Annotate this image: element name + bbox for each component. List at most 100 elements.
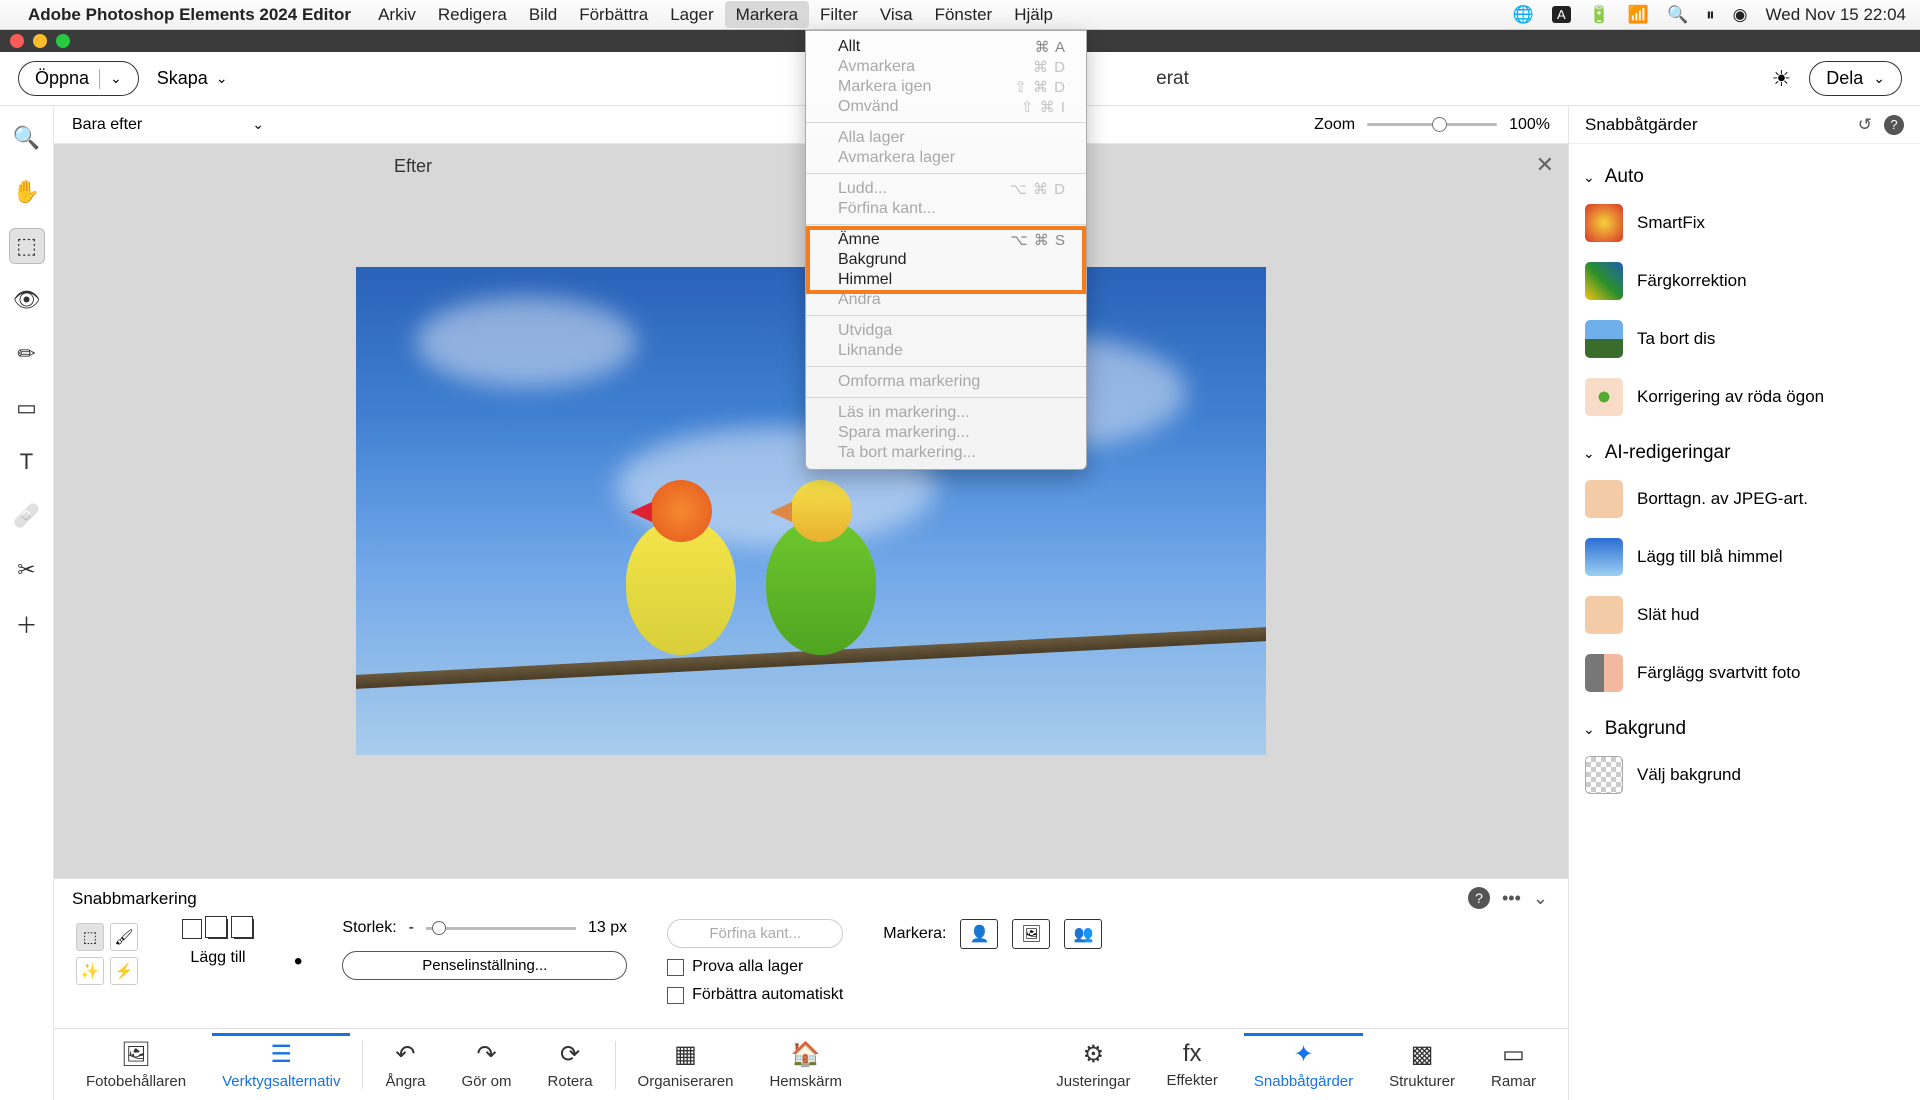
mac-menubar: Adobe Photoshop Elements 2024 Editor Ark… xyxy=(0,0,1920,30)
create-button[interactable]: Skapa ⌄ xyxy=(157,68,228,89)
tab-rotera[interactable]: ⟳Rotera xyxy=(530,1034,611,1096)
quick-select-tool[interactable]: ⬚ xyxy=(9,228,45,264)
menu-hjälp[interactable]: Hjälp xyxy=(1003,1,1064,28)
type-tool[interactable]: T xyxy=(9,444,45,480)
globe-icon[interactable]: 🌐 xyxy=(1513,5,1534,25)
eye-tool[interactable]: 👁 xyxy=(9,282,45,318)
stamp-tool[interactable]: ▭ xyxy=(9,390,45,426)
menu-visa[interactable]: Visa xyxy=(869,1,924,28)
add-selection-icon[interactable] xyxy=(208,919,228,939)
more-icon[interactable]: ••• xyxy=(1502,888,1521,909)
tab-fotobehållaren[interactable]: 🖼Fotobehållaren xyxy=(68,1034,204,1096)
new-selection-icon[interactable] xyxy=(182,919,202,939)
menu-item-bakgrund[interactable]: Bakgrund xyxy=(806,250,1086,270)
open-button[interactable]: Öppna ⌄ xyxy=(18,61,139,96)
minimize-window[interactable] xyxy=(33,34,47,48)
wifi-icon[interactable]: 📶 xyxy=(1628,5,1649,25)
selection-mode-grid: ⬚ 🖌 ✨ ⚡ xyxy=(72,919,142,989)
tab-justeringar[interactable]: ⚙Justeringar xyxy=(1038,1034,1148,1096)
collapse-icon[interactable]: ⌄ xyxy=(1533,888,1548,909)
menu-bild[interactable]: Bild xyxy=(518,1,568,28)
select-photo-icon[interactable]: 🖼 xyxy=(1012,919,1050,949)
menu-filter[interactable]: Filter xyxy=(809,1,869,28)
action-välj-bakgrund[interactable]: Välj bakgrund xyxy=(1579,746,1910,804)
menu-item-allt[interactable]: Allt⌘ A xyxy=(806,37,1086,57)
menu-förbättra[interactable]: Förbättra xyxy=(568,1,659,28)
subtract-selection-icon[interactable] xyxy=(234,919,254,939)
section-ai-redigeringar[interactable]: ⌄AI-redigeringar xyxy=(1579,436,1910,470)
menu-item-ämne[interactable]: Ämne⌥ ⌘ S xyxy=(806,230,1086,250)
menu-item-liknande: Liknande xyxy=(806,341,1086,361)
control-center-icon[interactable]: ⏸ xyxy=(1706,5,1715,25)
menu-item-omvänd: Omvänd⇧ ⌘ I xyxy=(806,97,1086,117)
quick-select-icon[interactable]: ⬚ xyxy=(76,923,104,951)
tab-effekter[interactable]: fxEffekter xyxy=(1148,1034,1235,1095)
panel-help-icon[interactable]: ? xyxy=(1884,115,1904,135)
auto-select-icon[interactable]: ⚡ xyxy=(110,957,138,985)
action-korrigering-av-röda-ögon[interactable]: Korrigering av röda ögon xyxy=(1579,368,1910,426)
action-färglägg-svartvitt-foto[interactable]: Färglägg svartvitt foto xyxy=(1579,644,1910,702)
tab-verktygsalternativ[interactable]: ☰Verktygsalternativ xyxy=(204,1034,358,1096)
zoom-slider[interactable] xyxy=(1367,123,1497,126)
brush-select-icon[interactable]: 🖌 xyxy=(110,923,138,951)
theme-icon[interactable]: ☀ xyxy=(1772,66,1792,92)
refine-edge-button[interactable]: Förfina kant... xyxy=(667,919,843,948)
size-slider[interactable] xyxy=(426,927,576,930)
view-mode-dropdown[interactable]: Bara efter ⌄ xyxy=(72,116,264,134)
action-smartfix[interactable]: SmartFix xyxy=(1579,194,1910,252)
clock[interactable]: Wed Nov 15 22:04 xyxy=(1766,5,1907,25)
mac-tray: 🌐 A 🔋 📶 🔍 ⏸ ◉ Wed Nov 15 22:04 xyxy=(1513,5,1906,25)
size-label: Storlek: xyxy=(342,919,396,937)
action-färgkorrektion[interactable]: Färgkorrektion xyxy=(1579,252,1910,310)
tab-ramar[interactable]: ▭Ramar xyxy=(1473,1034,1554,1096)
app-name: Adobe Photoshop Elements 2024 Editor xyxy=(28,5,351,25)
section-auto[interactable]: ⌄Auto xyxy=(1579,160,1910,194)
whiten-tool[interactable]: ✏ xyxy=(9,336,45,372)
healing-tool[interactable]: 🩹 xyxy=(9,498,45,534)
siri-icon[interactable]: ◉ xyxy=(1733,5,1748,25)
input-icon[interactable]: A xyxy=(1552,6,1571,23)
menu-item-himmel[interactable]: Himmel xyxy=(806,270,1086,290)
close-window[interactable] xyxy=(10,34,24,48)
select-group-icon[interactable]: 👥 xyxy=(1064,919,1102,949)
add-label: Lägg till xyxy=(190,949,245,967)
zoom-tool[interactable]: 🔍 xyxy=(9,120,45,156)
zoom-label: Zoom xyxy=(1314,116,1355,134)
move-tool[interactable]: ＋ xyxy=(9,606,45,642)
tab-gör om[interactable]: ↷Gör om xyxy=(444,1034,530,1096)
tab-organiseraren[interactable]: ▦Organiseraren xyxy=(620,1034,752,1096)
tab-ångra[interactable]: ↶Ångra xyxy=(367,1034,443,1096)
section-bakgrund[interactable]: ⌄Bakgrund xyxy=(1579,712,1910,746)
maximize-window[interactable] xyxy=(56,34,70,48)
reset-icon[interactable]: ↺ xyxy=(1858,115,1872,135)
menu-arkiv[interactable]: Arkiv xyxy=(367,1,427,28)
close-panel-icon[interactable]: ✕ xyxy=(1536,152,1554,178)
bottom-tabs: 🖼Fotobehållaren☰Verktygsalternativ↶Ångra… xyxy=(54,1028,1568,1100)
menu-markera[interactable]: Markera xyxy=(725,1,809,28)
menu-redigera[interactable]: Redigera xyxy=(427,1,518,28)
hand-tool[interactable]: ✋ xyxy=(9,174,45,210)
tab-snabbåtgärder[interactable]: ✦Snabbåtgärder xyxy=(1236,1034,1371,1096)
action-slät-hud[interactable]: Slät hud xyxy=(1579,586,1910,644)
action-ta-bort-dis[interactable]: Ta bort dis xyxy=(1579,310,1910,368)
menu-item-markera-igen: Markera igen⇧ ⌘ D xyxy=(806,77,1086,97)
brush-settings-button[interactable]: Penselinställning... xyxy=(342,951,627,980)
share-button[interactable]: Dela ⌄ xyxy=(1809,61,1902,96)
sample-all-layers-checkbox[interactable]: Prova alla lager xyxy=(667,958,843,976)
menu-item-avmarkera: Avmarkera⌘ D xyxy=(806,57,1086,77)
search-icon[interactable]: 🔍 xyxy=(1667,5,1688,25)
tab-hemskärm[interactable]: 🏠Hemskärm xyxy=(751,1034,860,1096)
menu-lager[interactable]: Lager xyxy=(659,1,724,28)
crop-tool[interactable]: ✂ xyxy=(9,552,45,588)
action-borttagn-av-jpeg-art-[interactable]: Borttagn. av JPEG-art. xyxy=(1579,470,1910,528)
action-lägg-till-blå-himmel[interactable]: Lägg till blå himmel xyxy=(1579,528,1910,586)
tab-strukturer[interactable]: ▩Strukturer xyxy=(1371,1034,1473,1096)
mode-tab[interactable]: erat xyxy=(1156,68,1189,90)
battery-icon[interactable]: 🔋 xyxy=(1589,5,1610,25)
menu-fönster[interactable]: Fönster xyxy=(924,1,1004,28)
help-icon[interactable]: ? xyxy=(1468,887,1490,909)
menu-item-ta-bort-markering-: Ta bort markering... xyxy=(806,443,1086,463)
magic-wand-icon[interactable]: ✨ xyxy=(76,957,104,985)
auto-enhance-checkbox[interactable]: Förbättra automatiskt xyxy=(667,986,843,1004)
select-person-icon[interactable]: 👤 xyxy=(960,919,998,949)
